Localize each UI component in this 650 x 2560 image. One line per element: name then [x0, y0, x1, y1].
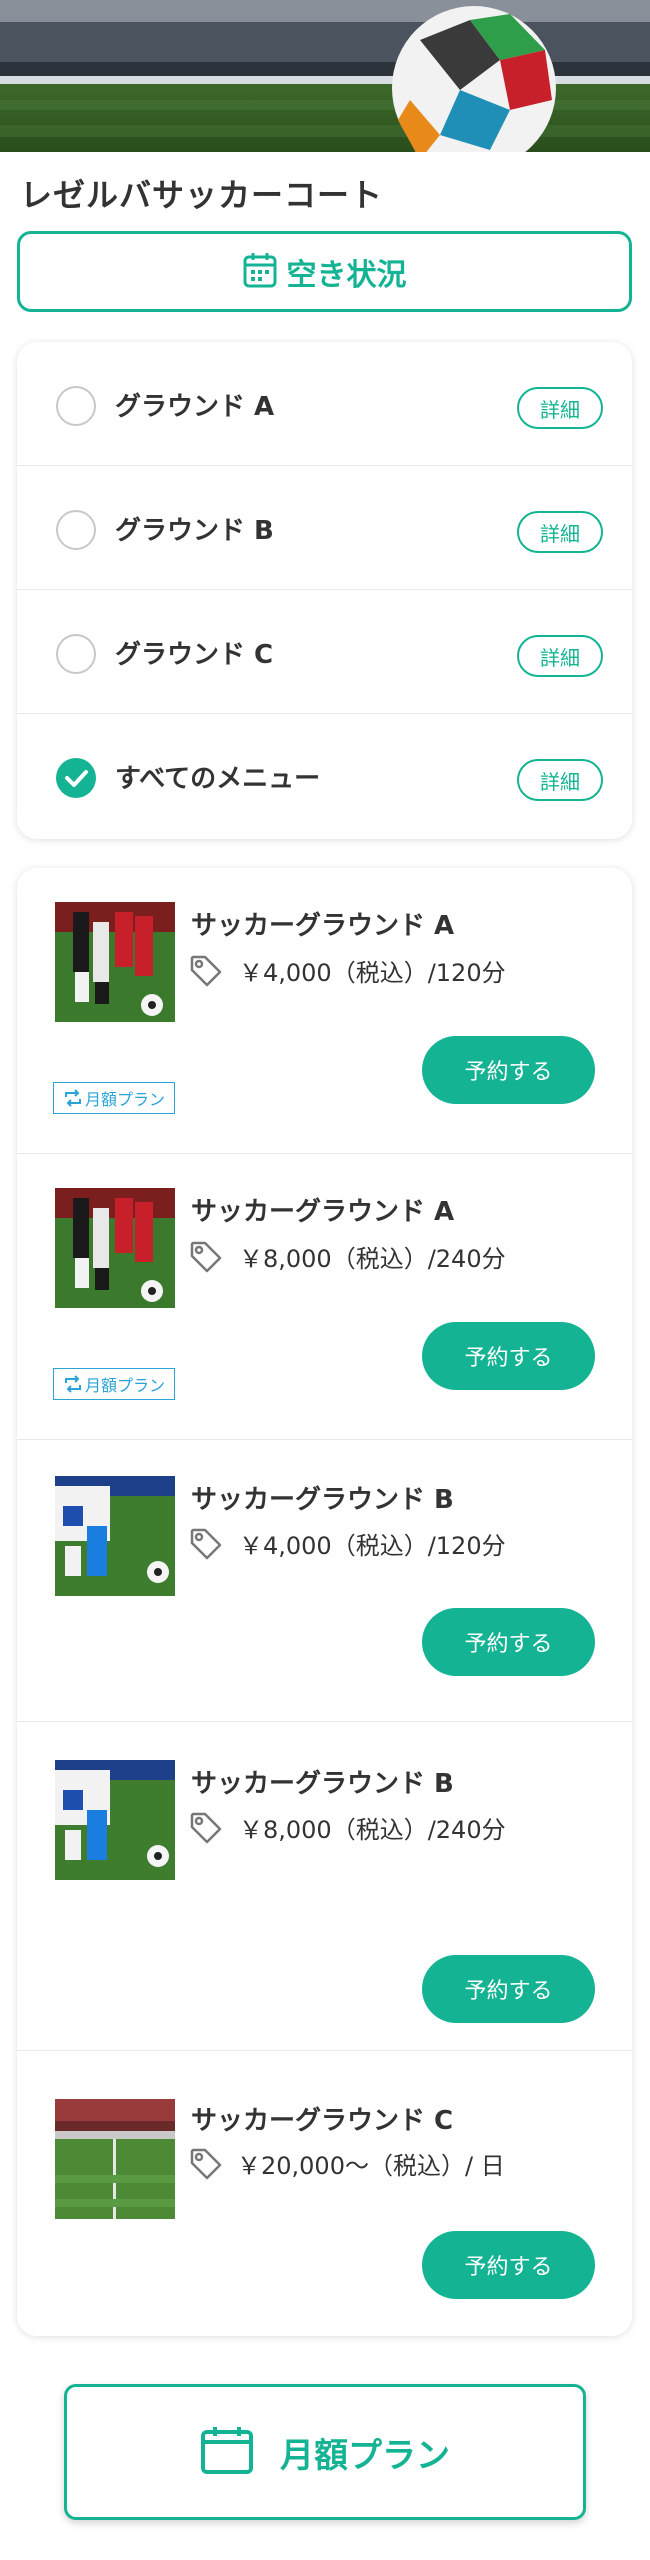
reserve-button[interactable]: 予約する [422, 2231, 595, 2299]
check-icon [65, 770, 88, 787]
repeat-icon [64, 1089, 81, 1107]
filter-label: すべてのメニュー [115, 764, 321, 794]
price-tag-icon [190, 1528, 222, 1560]
price-tag-icon [190, 2148, 222, 2180]
plan-thumbnail [55, 1188, 175, 1308]
monthly-plan-badge: 月額プラン [53, 1082, 175, 1114]
plans-card: サッカーグラウンド A ￥4,000（税込）/120分 予約する 月額プラン サ… [17, 868, 632, 2336]
calendar-icon [243, 252, 277, 292]
availability-label: 空き状況 [286, 257, 407, 293]
reserve-button[interactable]: 予約する [422, 1322, 595, 1390]
detail-button[interactable]: 詳細 [517, 511, 603, 553]
plan-item: サッカーグラウンド C ￥20,000～（税込）/ 日 予約する [17, 2051, 632, 2336]
monthly-plan-badge-label: 月額プラン [84, 1376, 165, 1395]
monthly-plan-label: 月額プラン [280, 2435, 450, 2476]
monthly-plan-button[interactable]: 月額プラン [64, 2384, 586, 2520]
plan-name: サッカーグラウンド A [191, 911, 455, 941]
plan-thumbnail [55, 902, 175, 1022]
filter-label: グラウンド A [115, 392, 275, 422]
repeat-icon [64, 1375, 81, 1393]
radio-button[interactable] [56, 510, 96, 550]
filter-label: グラウンド C [115, 640, 274, 670]
price-tag-icon [190, 1812, 222, 1844]
reserve-button[interactable]: 予約する [422, 1036, 595, 1104]
plan-price: ￥20,000～（税込）/ 日 [237, 2152, 505, 2180]
hero-image [0, 0, 650, 152]
plan-name: サッカーグラウンド B [191, 1769, 454, 1799]
plan-item: サッカーグラウンド A ￥4,000（税込）/120分 予約する 月額プラン [17, 868, 632, 1154]
filter-row-ground-b[interactable]: グラウンド B 詳細 [17, 466, 632, 590]
radio-button[interactable] [56, 634, 96, 674]
detail-button[interactable]: 詳細 [517, 387, 603, 429]
filter-row-ground-a[interactable]: グラウンド A 詳細 [17, 342, 632, 466]
radio-button-checked[interactable] [56, 758, 96, 798]
radio-button[interactable] [56, 386, 96, 426]
plan-price: ￥8,000（税込）/240分 [239, 1245, 506, 1273]
detail-button[interactable]: 詳細 [517, 759, 603, 801]
plan-price: ￥8,000（税込）/240分 [239, 1816, 506, 1844]
filter-row-ground-c[interactable]: グラウンド C 詳細 [17, 590, 632, 714]
plan-thumbnail [55, 1476, 175, 1596]
calendar-icon [200, 2425, 254, 2479]
plan-thumbnail [55, 2099, 175, 2219]
reserve-button[interactable]: 予約する [422, 1955, 595, 2023]
reserve-button[interactable]: 予約する [422, 1608, 595, 1676]
plan-name: サッカーグラウンド A [191, 1197, 455, 1227]
plan-item: サッカーグラウンド B ￥8,000（税込）/240分 予約する [17, 1722, 632, 2051]
price-tag-icon [190, 1241, 222, 1273]
monthly-plan-badge-label: 月額プラン [84, 1090, 165, 1109]
filter-label: グラウンド B [115, 516, 274, 546]
plan-name: サッカーグラウンド C [191, 2106, 454, 2136]
availability-button[interactable]: 空き状況 [17, 231, 632, 312]
facility-name: レゼルバサッカーコート [20, 176, 384, 214]
monthly-plan-badge: 月額プラン [53, 1368, 175, 1400]
plan-price: ￥4,000（税込）/120分 [239, 1532, 506, 1560]
filter-card: グラウンド A 詳細 グラウンド B 詳細 グラウンド C 詳細 すべてのメニュ… [17, 342, 632, 839]
plan-thumbnail [55, 1760, 175, 1880]
plan-item: サッカーグラウンド A ￥8,000（税込）/240分 予約する 月額プラン [17, 1154, 632, 1440]
plan-item: サッカーグラウンド B ￥4,000（税込）/120分 予約する [17, 1440, 632, 1722]
price-tag-icon [190, 955, 222, 987]
detail-button[interactable]: 詳細 [517, 635, 603, 677]
plan-name: サッカーグラウンド B [191, 1485, 454, 1515]
filter-row-all-menus[interactable]: すべてのメニュー 詳細 [17, 714, 632, 838]
plan-price: ￥4,000（税込）/120分 [239, 959, 506, 987]
